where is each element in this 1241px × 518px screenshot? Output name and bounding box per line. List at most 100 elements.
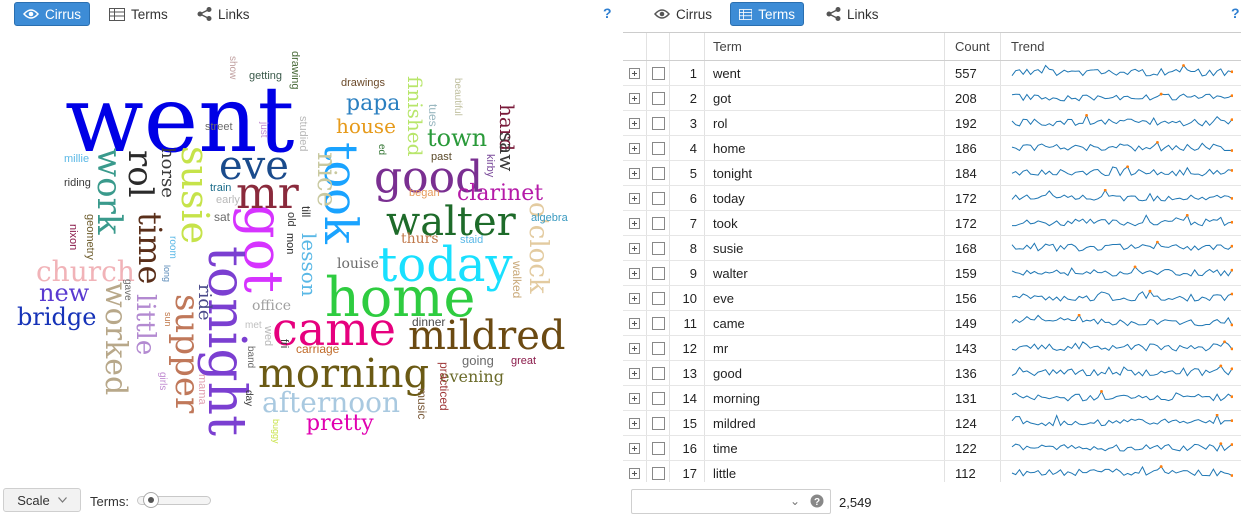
row-select[interactable] — [647, 386, 670, 410]
cloud-word[interactable]: staid — [460, 235, 483, 246]
table-row[interactable]: 8 susie 168 — [623, 236, 1241, 261]
terms-slider-thumb[interactable] — [143, 492, 159, 508]
row-expander[interactable] — [623, 136, 647, 160]
plus-icon[interactable] — [629, 317, 640, 329]
cloud-word[interactable]: susie — [173, 146, 217, 244]
tab-links[interactable]: Links — [188, 2, 259, 26]
cloud-word[interactable]: riding — [64, 178, 91, 189]
plus-icon[interactable] — [629, 142, 640, 154]
row-expander[interactable] — [623, 361, 647, 385]
cloud-word[interactable]: early — [216, 195, 240, 206]
cloud-word[interactable]: town — [427, 126, 487, 150]
row-expander[interactable] — [623, 311, 647, 335]
cloud-word[interactable]: ed — [376, 144, 387, 155]
table-row[interactable]: 11 came 149 — [623, 311, 1241, 336]
row-term[interactable]: good — [705, 361, 945, 385]
row-checkbox[interactable] — [651, 191, 665, 205]
cloud-word[interactable]: work — [89, 148, 129, 234]
column-header-trend[interactable]: Trend — [1001, 33, 1241, 60]
tab-links[interactable]: Links — [817, 2, 888, 26]
row-checkbox[interactable] — [651, 416, 665, 430]
row-select[interactable] — [647, 61, 670, 85]
cloud-word[interactable]: gave — [122, 279, 133, 301]
row-select[interactable] — [647, 411, 670, 435]
cloud-word[interactable]: mama — [196, 374, 208, 405]
table-row[interactable]: 10 eve 156 — [623, 286, 1241, 311]
row-term[interactable]: came — [705, 311, 945, 335]
help-icon[interactable]: ? — [810, 494, 824, 508]
row-expander[interactable] — [623, 161, 647, 185]
cloud-word[interactable]: great — [511, 356, 536, 367]
cloud-word[interactable]: nice — [311, 152, 341, 207]
plus-icon[interactable] — [629, 342, 640, 354]
cloud-word[interactable]: tonight — [196, 246, 256, 436]
row-checkbox[interactable] — [651, 116, 665, 130]
chevron-down-icon[interactable]: ⌄ — [790, 494, 800, 508]
cloud-word[interactable]: getting — [249, 71, 282, 82]
table-row[interactable]: 7 took 172 — [623, 211, 1241, 236]
cloud-word[interactable]: algebra — [531, 213, 568, 224]
row-expander[interactable] — [623, 386, 647, 410]
cloud-word[interactable]: sun — [163, 312, 173, 327]
cloud-word[interactable]: train — [210, 183, 231, 194]
cloud-word[interactable]: show — [227, 56, 238, 79]
cloud-word[interactable]: thurs — [401, 232, 439, 246]
tab-terms[interactable]: Terms — [730, 2, 804, 26]
row-expander[interactable] — [623, 186, 647, 210]
row-select[interactable] — [647, 211, 670, 235]
plus-icon[interactable] — [629, 117, 640, 129]
row-term[interactable]: mr — [705, 336, 945, 360]
row-select[interactable] — [647, 86, 670, 110]
row-checkbox[interactable] — [651, 466, 665, 480]
plus-icon[interactable] — [629, 167, 640, 179]
row-checkbox[interactable] — [651, 291, 665, 305]
cloud-word[interactable]: saw — [495, 132, 519, 171]
tab-cirrus[interactable]: Cirrus — [645, 2, 721, 26]
row-term[interactable]: mildred — [705, 411, 945, 435]
cloud-word[interactable]: sat — [214, 211, 230, 223]
row-select[interactable] — [647, 111, 670, 135]
row-term[interactable]: rol — [705, 111, 945, 135]
row-term[interactable]: eve — [705, 286, 945, 310]
table-row[interactable]: 6 today 172 — [623, 186, 1241, 211]
search-input[interactable]: ⌄ ? — [631, 489, 831, 514]
cloud-word[interactable]: just — [258, 122, 269, 138]
row-term[interactable]: took — [705, 211, 945, 235]
row-checkbox[interactable] — [651, 166, 665, 180]
row-checkbox[interactable] — [651, 441, 665, 455]
row-checkbox[interactable] — [651, 316, 665, 330]
cloud-word[interactable]: drawings — [341, 78, 385, 89]
table-row[interactable]: 2 got 208 — [623, 86, 1241, 111]
cloud-word[interactable]: band — [245, 346, 256, 368]
cloud-word[interactable]: pretty — [306, 413, 374, 435]
cloud-word[interactable]: going — [462, 354, 494, 367]
cloud-word[interactable]: dinner — [412, 316, 445, 328]
row-term[interactable]: today — [705, 186, 945, 210]
cloud-word[interactable]: office — [252, 299, 291, 313]
table-row[interactable]: 16 time 122 — [623, 436, 1241, 461]
cloud-word[interactable]: studied — [297, 116, 309, 151]
column-header-term[interactable]: Term — [705, 33, 945, 60]
cloud-word[interactable]: music — [415, 388, 429, 419]
plus-icon[interactable] — [629, 242, 640, 254]
cloud-word[interactable]: carriage — [296, 343, 339, 355]
help-icon[interactable]: ? — [1231, 5, 1240, 21]
plus-icon[interactable] — [629, 192, 640, 204]
plus-icon[interactable] — [629, 442, 640, 454]
row-select[interactable] — [647, 261, 670, 285]
row-select[interactable] — [647, 311, 670, 335]
row-expander[interactable] — [623, 211, 647, 235]
plus-icon[interactable] — [629, 467, 640, 479]
row-expander[interactable] — [623, 411, 647, 435]
row-term[interactable]: got — [705, 86, 945, 110]
cloud-word[interactable]: nixon — [67, 224, 79, 250]
cloud-word[interactable]: met — [245, 321, 262, 331]
cloud-word[interactable]: kirby — [484, 154, 496, 177]
plus-icon[interactable] — [629, 292, 640, 304]
tab-cirrus[interactable]: Cirrus — [14, 2, 90, 26]
cloud-word[interactable]: new — [39, 281, 89, 305]
cloud-word[interactable]: beautiful — [452, 78, 463, 116]
row-expander[interactable] — [623, 86, 647, 110]
plus-icon[interactable] — [629, 417, 640, 429]
row-checkbox[interactable] — [651, 266, 665, 280]
